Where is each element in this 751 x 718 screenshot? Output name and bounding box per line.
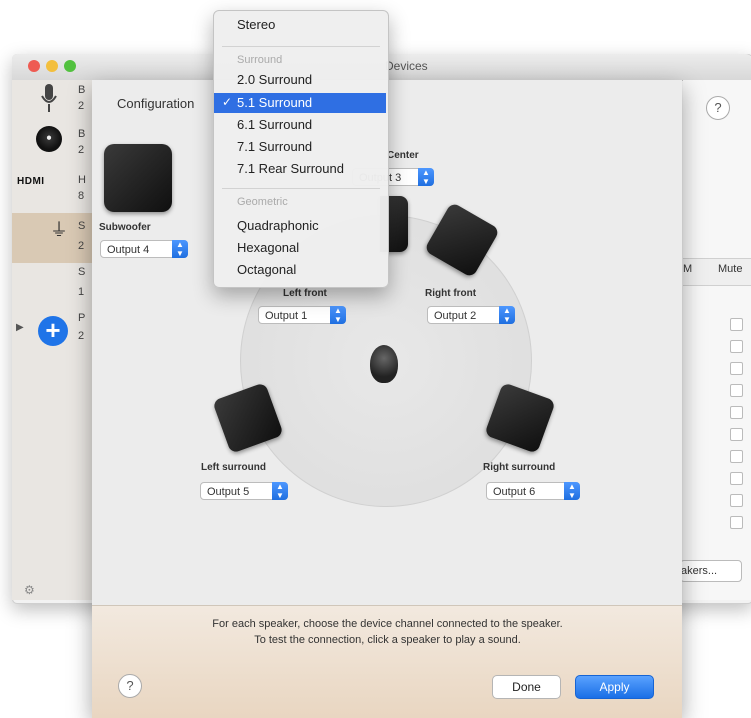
listener-icon [370,345,398,383]
mute-checkbox[interactable] [730,406,743,419]
popup-stepper-icon: ▲ ▼ [499,306,515,324]
menu-item-octagonal[interactable]: Octagonal [237,262,296,277]
mute-checkbox[interactable] [730,318,743,331]
menu-item-6-1-surround[interactable]: 6.1 Surround [237,117,312,132]
sidebar-item-sub: 2 [78,330,85,342]
menu-item-quadraphonic[interactable]: Quadraphonic [237,218,319,233]
mute-checkbox[interactable] [730,384,743,397]
menu-section-header: Surround [237,54,283,66]
menu-item-5-1-surround[interactable]: 5.1 Surround [237,95,312,110]
popup-value: Output 4 [107,244,150,256]
menu-section-header: Geometric [237,196,288,208]
done-button[interactable]: Done [492,675,561,699]
menu-item-2-0-surround[interactable]: 2.0 Surround [237,72,312,87]
popup-value: Output 5 [207,486,250,498]
mute-checkbox[interactable] [730,340,743,353]
window-title: Devices [385,59,428,73]
checkmark-icon: ✓ [222,95,233,109]
popup-value: Output 6 [493,486,536,498]
sidebar-item-label[interactable]: S [78,266,85,278]
close-window-button[interactable] [28,60,40,72]
menu-item-7-1-rear-surround[interactable]: 7.1 Rear Surround [237,161,344,176]
subwoofer-label: Subwoofer [99,222,151,233]
left-surround-output-popup[interactable]: Output 5 ▲ ▼ [200,482,288,500]
left-front-output-popup[interactable]: Output 1 ▲ ▼ [258,306,346,324]
sidebar-item-sub: 8 [78,190,85,202]
sidebar-item-sub: 2 [78,240,85,252]
left-surround-label: Left surround [201,462,266,473]
microphone-icon [41,84,57,112]
gear-icon[interactable]: ⚙ [24,583,35,597]
menu-separator [222,188,380,189]
subwoofer-speaker[interactable] [104,144,172,212]
menu-item-hexagonal[interactable]: Hexagonal [237,240,299,255]
popup-stepper-icon: ▲ ▼ [330,306,346,324]
sidebar-item-sub: 1 [78,286,85,298]
menu-item-7-1-surround[interactable]: 7.1 Surround [237,139,312,154]
popup-stepper-icon: ▲ ▼ [564,482,580,500]
help-button[interactable]: ? [706,96,730,120]
disclosure-triangle-icon[interactable]: ▶ [16,322,24,333]
instruction-text: For each speaker, choose the device chan… [212,618,563,630]
instruction-text: To test the connection, click a speaker … [254,634,521,646]
mute-checkbox[interactable] [730,428,743,441]
help-button[interactable]: ? [118,674,142,698]
popup-stepper-icon: ▲ ▼ [418,168,434,186]
sidebar-item-sub: 2 [78,144,85,156]
mute-checkbox[interactable] [730,494,743,507]
column-header: M [683,263,693,275]
popup-value: Output 2 [434,310,477,322]
subwoofer-output-popup[interactable]: Output 4 ▲ ▼ [100,240,188,258]
sidebar-item-label[interactable]: B [78,128,85,140]
popup-stepper-icon: ▲ ▼ [272,482,288,500]
popup-stepper-icon: ▲ ▼ [172,240,188,258]
sidebar-item-label[interactable]: P [78,312,85,324]
mute-checkbox[interactable] [730,362,743,375]
sidebar-item-sub: 2 [78,100,85,112]
mute-checkbox[interactable] [730,472,743,485]
mute-checkbox[interactable] [730,516,743,529]
menu-separator [222,46,380,47]
zoom-window-button[interactable] [64,60,76,72]
mute-checkbox[interactable] [730,450,743,463]
left-front-label: Left front [283,288,327,299]
hdmi-icon: HDMI [17,176,45,187]
popup-value: Output 1 [265,310,308,322]
mute-column-header: Mute [718,263,743,275]
right-surround-label: Right surround [483,462,556,473]
right-surround-output-popup[interactable]: Output 6 ▲ ▼ [486,482,580,500]
speaker-icon [36,126,62,152]
sidebar-item-label[interactable]: H [78,174,86,186]
right-front-label: Right front [425,288,477,299]
usb-icon: ⏚ [50,220,68,240]
minimize-window-button[interactable] [46,60,58,72]
configure-speakers-button[interactable]: akers... [680,560,742,582]
sidebar-item-label[interactable]: S [78,220,85,232]
menu-item-stereo[interactable]: Stereo [237,17,275,32]
right-front-output-popup[interactable]: Output 2 ▲ ▼ [427,306,515,324]
center-label: Center [387,150,419,161]
add-device-button[interactable]: + [38,316,68,346]
configuration-label: Configuration [117,96,195,111]
apply-button[interactable]: Apply [575,675,654,699]
sidebar-item-label[interactable]: B [78,84,85,96]
